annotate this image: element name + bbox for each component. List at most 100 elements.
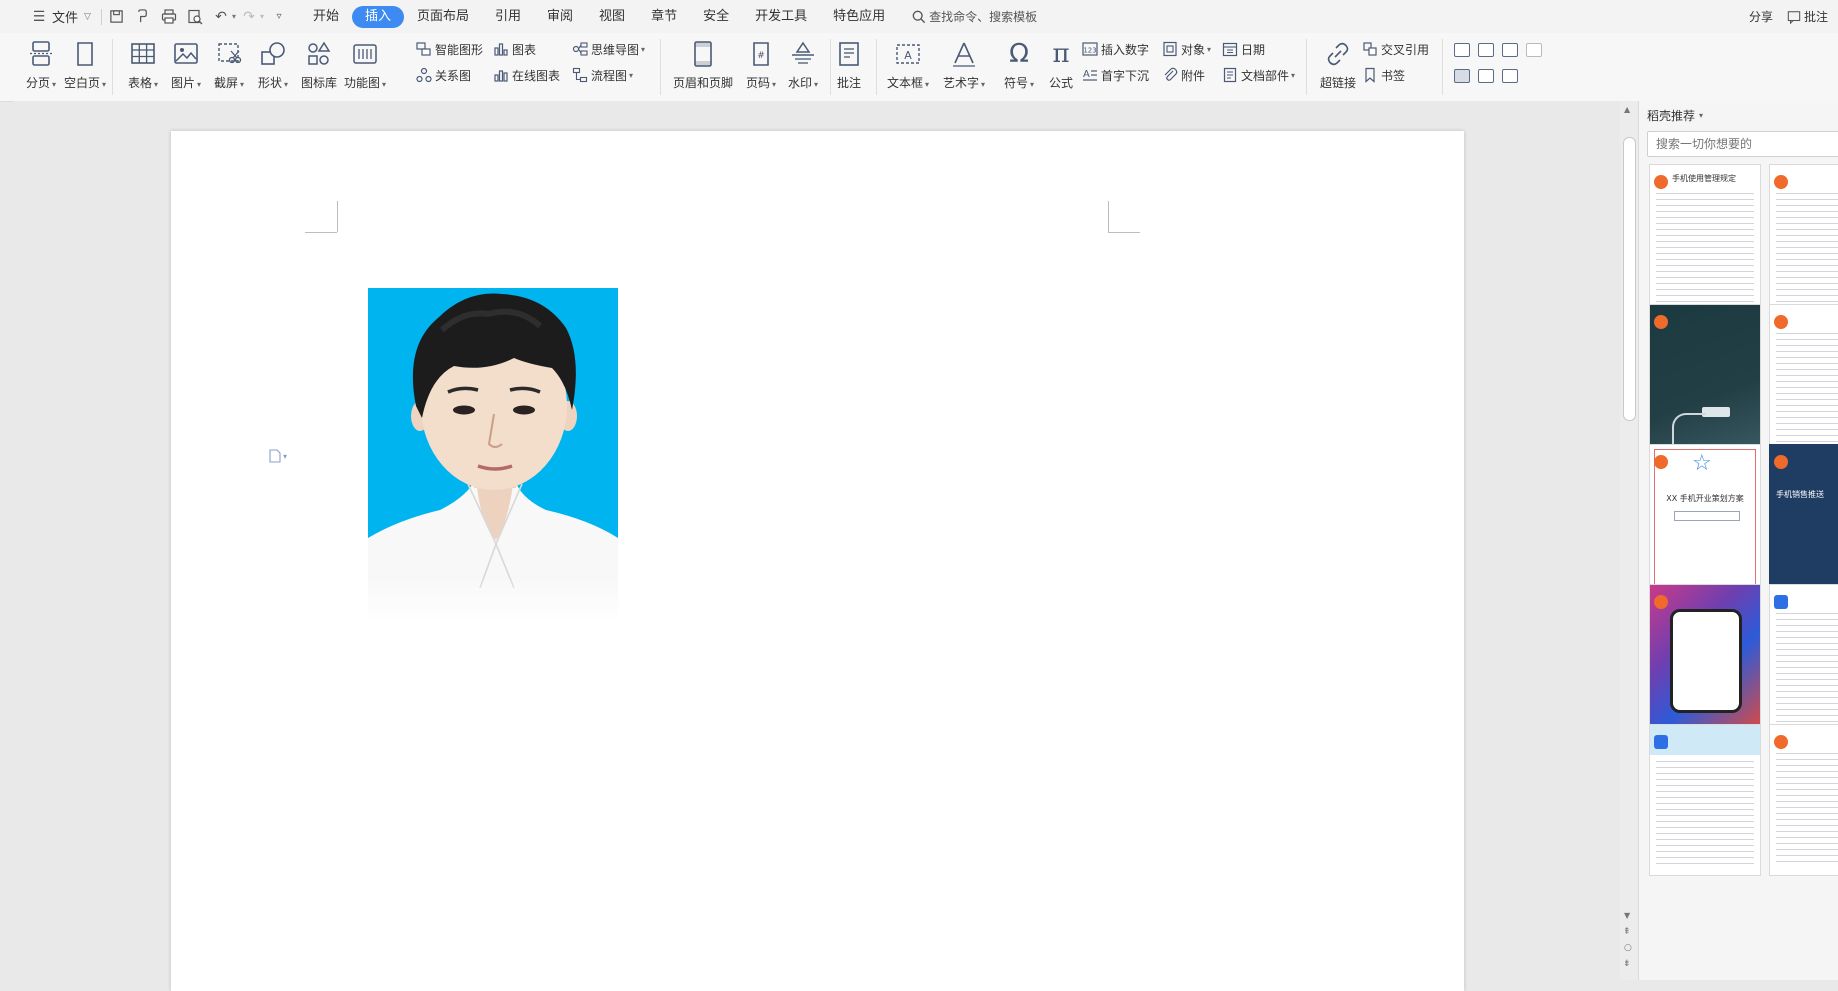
watermark-button[interactable]: 水印 ▾ — [780, 38, 826, 96]
picture-button[interactable]: 图片 ▾ — [163, 38, 209, 96]
drop-cap-button[interactable]: A 首字下沉 — [1082, 65, 1149, 85]
next-page-icon[interactable]: ⇟ — [1623, 959, 1631, 969]
bookmark-button[interactable]: 书签 — [1362, 65, 1405, 85]
template-card[interactable] — [1649, 584, 1761, 736]
template-search-input[interactable] — [1647, 131, 1838, 157]
tab-section[interactable]: 章节 — [638, 6, 690, 28]
redo-dropdown-icon[interactable]: ▾ — [260, 12, 264, 21]
docer-logo-icon — [1654, 175, 1668, 189]
template-card[interactable]: 手机使用管理规定 — [1649, 164, 1761, 316]
template-card[interactable] — [1649, 304, 1761, 456]
hyperlink-button[interactable]: 超链接 — [1314, 38, 1362, 96]
panel-title[interactable]: 稻壳推荐 ▾ — [1647, 107, 1703, 124]
scroll-down-icon[interactable]: ▼ — [1624, 911, 1630, 920]
undo-dropdown-icon[interactable]: ▾ — [232, 12, 236, 21]
word-art-button[interactable]: 艺术字 ▾ — [940, 38, 988, 96]
mind-map-button[interactable]: 思维导图 ▾ — [572, 39, 645, 59]
command-search[interactable]: 查找命令、搜索模板 — [912, 8, 1037, 25]
chart-icon — [494, 43, 508, 56]
print-preview-icon[interactable] — [184, 6, 206, 28]
template-card[interactable] — [1769, 724, 1838, 876]
template-card[interactable]: ☆ XX 手机开业策划方案 — [1649, 444, 1761, 596]
flow-chart-button[interactable]: 流程图 ▾ — [572, 65, 633, 85]
chart-button[interactable]: 图表 — [493, 39, 536, 59]
template-card[interactable] — [1649, 724, 1761, 876]
undo-icon[interactable]: ↶ — [210, 6, 232, 28]
template-card[interactable] — [1769, 584, 1838, 736]
layout-mode-2-button[interactable] — [1478, 43, 1494, 57]
online-chart-button[interactable]: 在线图表 — [493, 65, 560, 85]
icon-library-icon — [308, 41, 331, 65]
select-browse-icon[interactable]: ○ — [1624, 943, 1632, 953]
layout-mode-4-button[interactable] — [1526, 43, 1542, 57]
tab-references[interactable]: 引用 — [482, 6, 534, 28]
ribbon-divider — [112, 39, 113, 95]
insert-comment-label: 批注 — [836, 76, 861, 90]
cross-reference-button[interactable]: 交叉引用 — [1362, 39, 1429, 59]
template-card[interactable] — [1769, 164, 1838, 316]
page-number-button[interactable]: # 页码 ▾ — [738, 38, 784, 96]
docer-logo-icon — [1654, 315, 1668, 329]
template-card[interactable] — [1769, 304, 1838, 456]
template-card[interactable]: 手机销售推送 — [1769, 444, 1838, 596]
relation-chart-button[interactable]: 关系图 — [416, 65, 471, 85]
date-button[interactable]: 日期 — [1222, 39, 1265, 59]
page-break-button[interactable]: 分页 ▾ — [18, 38, 64, 96]
bookmark-label: 书签 — [1381, 68, 1406, 83]
symbol-label: 符号 — [1003, 76, 1028, 90]
shape-button[interactable]: 形状 ▾ — [250, 38, 296, 96]
chevron-down-icon: ▾ — [197, 80, 202, 89]
phone-graphic — [1670, 609, 1742, 713]
text-box-button[interactable]: A 文本框 ▾ — [884, 38, 932, 96]
save-icon[interactable] — [106, 6, 128, 28]
screenshot-button[interactable]: 截屏 ▾ — [206, 38, 252, 96]
docer-logo-icon — [1774, 455, 1788, 469]
document-page[interactable]: ▾ — [171, 131, 1464, 991]
insert-number-icon: 123 — [1082, 42, 1098, 56]
id-photo[interactable] — [368, 288, 618, 623]
tab-home[interactable]: 开始 — [300, 6, 352, 28]
tab-security[interactable]: 安全 — [690, 6, 742, 28]
insert-comment-button[interactable]: 批注 — [826, 38, 872, 96]
formula-button[interactable]: π 公式 — [1038, 38, 1084, 96]
scroll-up-icon[interactable]: ▲ — [1624, 105, 1630, 114]
tab-insert[interactable]: 插入 — [351, 5, 404, 28]
tab-page-layout[interactable]: 页面布局 — [404, 6, 482, 28]
export-pdf-icon[interactable] — [132, 6, 154, 28]
blank-page-button[interactable]: 空白页 ▾ — [62, 38, 108, 96]
doc-parts-button[interactable]: 文档部件 ▾ — [1222, 65, 1295, 85]
layout-mode-5-button[interactable] — [1454, 69, 1470, 83]
share-button[interactable]: 分享 — [1749, 8, 1773, 25]
layout-mode-6-button[interactable] — [1478, 69, 1494, 83]
comment-menu-button[interactable]: 批注 — [1787, 8, 1828, 25]
header-footer-button[interactable]: 页眉和页脚 — [670, 38, 736, 96]
insert-number-button[interactable]: 123 插入数字 — [1082, 39, 1149, 59]
menu-bar: ☰ 文件 ▽ ↶ ▾ ↷ ▾ ▿ 开始 插入 页面布局 引用 审阅 视图 章节 … — [0, 0, 1838, 33]
redo-icon[interactable]: ↷ — [238, 6, 260, 28]
layout-mode-3-button[interactable] — [1502, 43, 1518, 57]
tab-review[interactable]: 审阅 — [534, 6, 586, 28]
icon-library-button[interactable]: 图标库 — [296, 38, 342, 96]
function-chart-button[interactable]: 功能图 ▾ — [342, 38, 388, 96]
layout-mode-1-button[interactable] — [1454, 43, 1470, 57]
file-menu[interactable]: ☰ 文件 ▽ — [22, 0, 97, 33]
print-icon[interactable] — [158, 6, 180, 28]
table-button[interactable]: 表格 ▾ — [120, 38, 166, 96]
customize-toolbar-icon[interactable]: ▿ — [268, 6, 290, 28]
smart-art-button[interactable]: 智能图形 — [416, 39, 483, 59]
blank-page-label: 空白页 — [63, 76, 100, 90]
scroll-thumb[interactable] — [1623, 137, 1636, 421]
tab-view[interactable]: 视图 — [586, 6, 638, 28]
object-button[interactable]: 对象 ▾ — [1162, 39, 1211, 59]
tab-special-apps[interactable]: 特色应用 — [820, 6, 898, 28]
smart-art-icon — [416, 42, 431, 56]
object-icon — [1163, 41, 1177, 57]
prev-page-icon[interactable]: ⇞ — [1623, 927, 1631, 937]
symbol-button[interactable]: Ω 符号 ▾ — [996, 38, 1042, 96]
insert-number-label: 插入数字 — [1101, 42, 1150, 57]
attachment-button[interactable]: 附件 — [1162, 65, 1205, 85]
layout-mode-7-button[interactable] — [1502, 69, 1518, 83]
paragraph-anchor[interactable]: ▾ — [269, 449, 287, 463]
tab-developer[interactable]: 开发工具 — [742, 6, 820, 28]
vertical-scrollbar[interactable]: ▲ ▼ ⇞ ○ ⇟ — [1620, 101, 1638, 980]
